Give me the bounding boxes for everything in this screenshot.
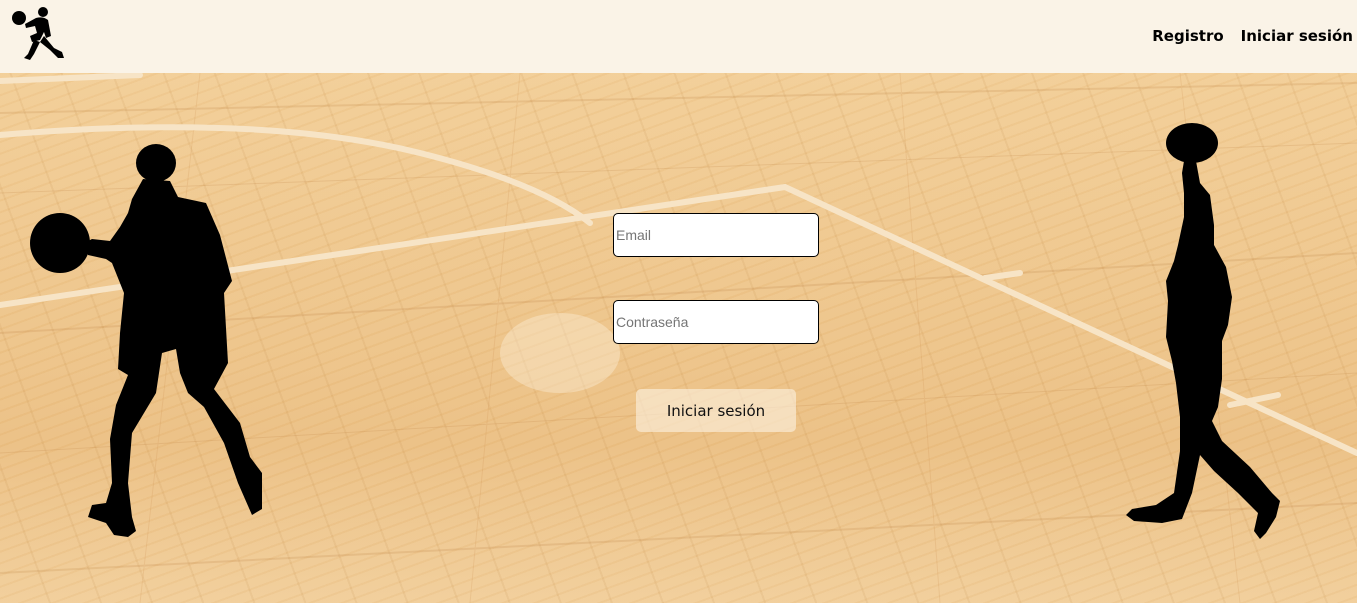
login-page: Registro Iniciar sesión Email Iniciar se… bbox=[0, 0, 1357, 603]
password-field[interactable] bbox=[613, 300, 819, 344]
login-link[interactable]: Iniciar sesión bbox=[1241, 27, 1353, 45]
nav-links: Registro Iniciar sesión bbox=[1152, 27, 1353, 45]
basketball-player-logo-icon[interactable] bbox=[10, 6, 68, 64]
login-submit-button[interactable]: Iniciar sesión bbox=[636, 389, 796, 432]
top-navbar: Registro Iniciar sesión bbox=[0, 0, 1357, 73]
register-link[interactable]: Registro bbox=[1152, 27, 1223, 45]
basketball-player-dunking-icon bbox=[1126, 123, 1280, 539]
email-field[interactable] bbox=[613, 213, 819, 257]
basketball-player-dribbling-icon bbox=[30, 144, 262, 537]
